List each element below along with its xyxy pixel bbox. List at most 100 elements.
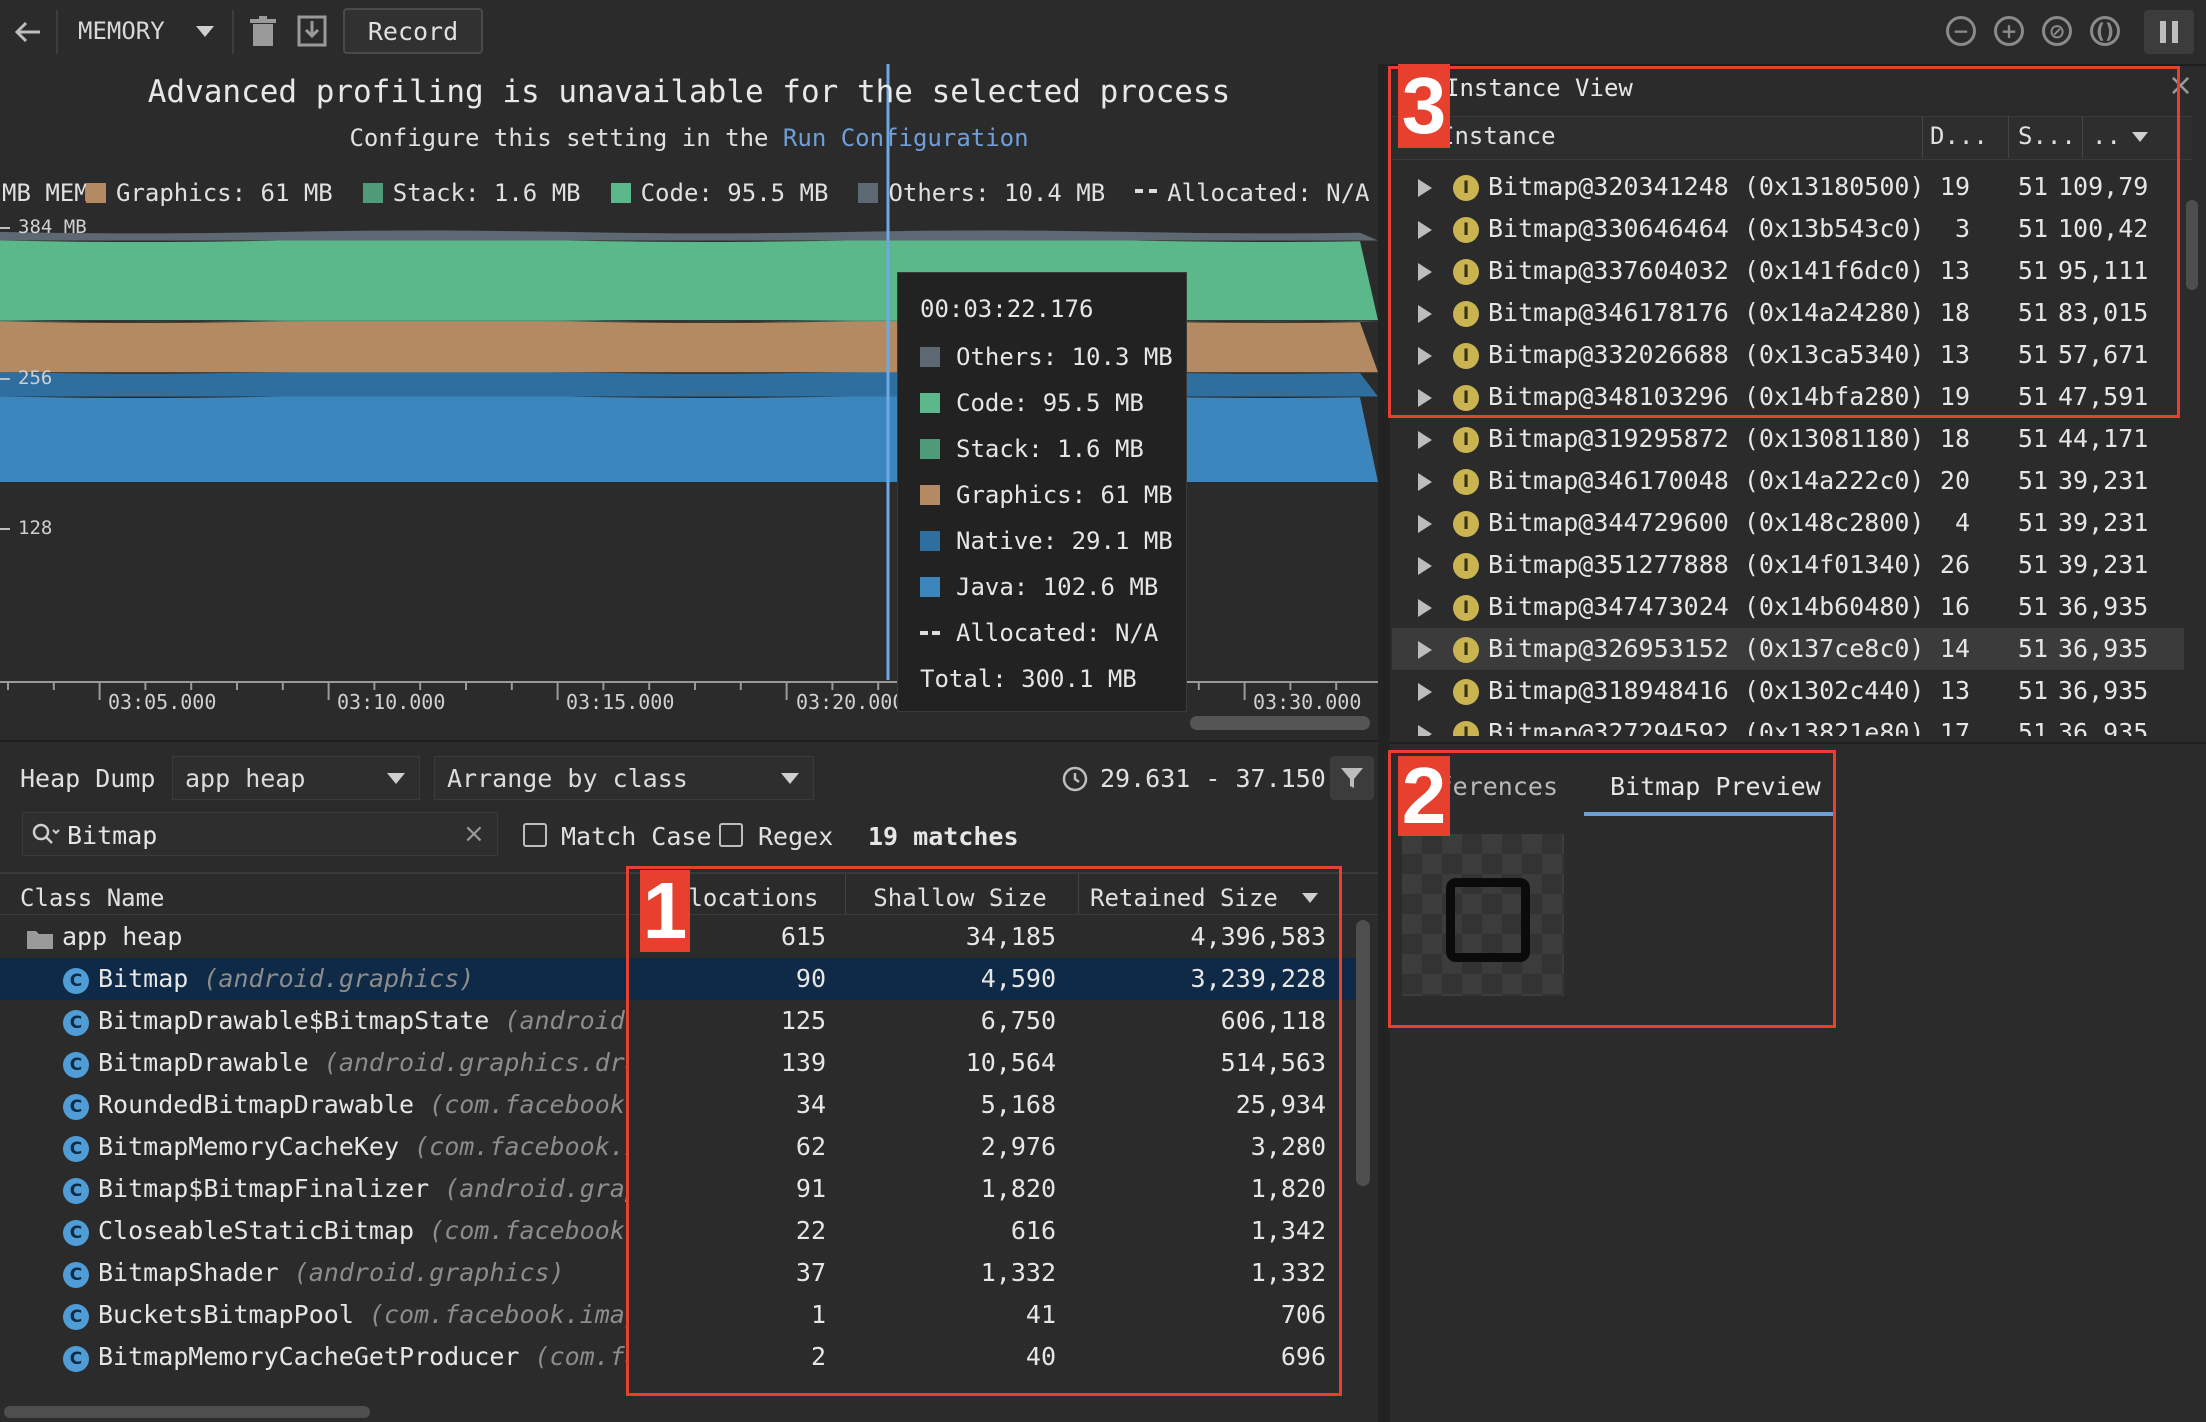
class-name: CloseableStaticBitmap — [98, 1216, 415, 1245]
match-case-checkbox[interactable] — [523, 823, 547, 847]
instance-retained: 36,935 — [2058, 676, 2149, 705]
instance-icon: I — [1453, 469, 1479, 495]
class-name: BitmapShader — [98, 1258, 279, 1287]
zoom-out-icon[interactable]: − — [1946, 16, 1976, 46]
toolbar-divider — [56, 10, 58, 54]
class-icon: C — [63, 1010, 89, 1036]
filter-icon[interactable] — [1330, 756, 1374, 800]
table-vertical-scrollbar[interactable] — [1356, 920, 1370, 1186]
instance-depth: 18 — [1939, 424, 1970, 453]
annotation-badge-1: 1 — [640, 866, 690, 955]
class-package: (android.graphi — [444, 1174, 628, 1203]
instance-retained: 39,231 — [2058, 508, 2149, 537]
arrange-select[interactable]: Arrange by class — [434, 756, 814, 800]
class-name: BitmapDrawable — [98, 1048, 309, 1077]
heap-time-range: 29.631 - 37.150 — [1100, 764, 1326, 793]
class-name: BitmapMemoryCacheKey — [98, 1132, 400, 1161]
search-input[interactable]: Bitmap — [67, 821, 157, 850]
column-header-class-name[interactable]: Class Name — [20, 880, 165, 916]
heap-dump-label: Heap Dump — [20, 764, 156, 793]
expand-arrow-icon[interactable] — [1418, 431, 1432, 449]
class-name: RoundedBitmapDrawable — [98, 1090, 415, 1119]
instance-shallow: 51 — [2017, 592, 2048, 621]
class-name-cell: RoundedBitmapDrawable (com.facebook.dr — [98, 1090, 628, 1119]
instance-row[interactable]: I Bitmap@346170048 (0x14a222c0) 20 51 39,231 — [1392, 460, 2184, 502]
expand-arrow-icon[interactable] — [1418, 557, 1432, 575]
reset-zoom-icon[interactable]: ⊘ — [2042, 16, 2072, 46]
instance-row[interactable]: I Bitmap@319295872 (0x13081180) 18 51 44,171 — [1392, 418, 2184, 460]
panel-divider — [1390, 742, 2206, 744]
chevron-down-icon[interactable] — [196, 26, 214, 37]
class-name: BitmapMemoryCacheGetProducer — [98, 1342, 520, 1371]
expand-arrow-icon[interactable] — [1418, 473, 1432, 491]
instance-icon: I — [1453, 721, 1479, 736]
instance-row[interactable]: I Bitmap@347473024 (0x14b60480) 16 51 36,935 — [1392, 586, 2184, 628]
instance-row[interactable]: I Bitmap@318948416 (0x1302c440) 13 51 36,935 — [1392, 670, 2184, 712]
instance-retained: 39,231 — [2058, 466, 2149, 495]
instance-icon: I — [1453, 595, 1479, 621]
instance-row[interactable]: I Bitmap@344729600 (0x148c2800) 4 51 39,231 — [1392, 502, 2184, 544]
instance-row[interactable]: I Bitmap@351277888 (0x14f01340) 26 51 39,231 — [1392, 544, 2184, 586]
instance-depth: 14 — [1939, 634, 1970, 663]
instance-name: Bitmap@319295872 (0x13081180) — [1488, 424, 1925, 453]
class-name: BitmapDrawable$BitmapState — [98, 1006, 490, 1035]
instance-row[interactable]: I Bitmap@327294592 (0x13821e80) 17 51 36,935 — [1392, 712, 2184, 736]
instance-depth: 13 — [1939, 676, 1970, 705]
heap-select[interactable]: app heap — [172, 756, 420, 800]
class-icon: C — [63, 1304, 89, 1330]
folder-icon — [26, 928, 54, 950]
table-horizontal-scrollbar[interactable] — [4, 1406, 370, 1418]
class-package: (com.facebook.dr — [429, 1090, 628, 1119]
profiling-unavailable-title: Advanced profiling is unavailable for th… — [147, 74, 1231, 110]
instance-shallow: 51 — [2017, 508, 2048, 537]
run-configuration-link[interactable]: Run Configuration — [783, 124, 1029, 152]
clock-icon — [1062, 766, 1088, 792]
class-package: (android.graphics) — [203, 964, 475, 993]
profiler-name[interactable]: MEMORY — [78, 17, 165, 45]
class-icon: C — [63, 1094, 89, 1120]
back-arrow-icon[interactable] — [10, 14, 46, 50]
class-icon: C — [63, 1220, 89, 1246]
expand-arrow-icon[interactable] — [1418, 599, 1432, 617]
instance-depth: 16 — [1939, 592, 1970, 621]
pause-icon[interactable] — [2144, 10, 2194, 54]
regex-label: Regex — [758, 822, 834, 851]
expand-arrow-icon[interactable] — [1418, 641, 1432, 659]
root-name: app heap — [62, 922, 183, 951]
instance-row[interactable]: I Bitmap@326953152 (0x137ce8c0) 14 51 36,935 — [1392, 628, 2184, 670]
class-package: (com.face — [534, 1342, 629, 1371]
expand-arrow-icon[interactable] — [1418, 725, 1432, 736]
trash-icon[interactable] — [248, 16, 278, 48]
instance-icon: I — [1453, 511, 1479, 537]
profiler-toolbar: MEMORY Record − + ⊘ () — [0, 0, 2206, 66]
panel-divider — [0, 740, 1378, 742]
instance-retained: 36,935 — [2058, 592, 2149, 621]
search-field[interactable]: Bitmap × — [22, 812, 498, 856]
class-package: (com.facebook.ima — [414, 1132, 628, 1161]
zoom-in-icon[interactable]: + — [1994, 16, 2024, 46]
class-name: Bitmap$BitmapFinalizer — [98, 1174, 430, 1203]
instance-name: Bitmap@351277888 (0x14f01340) — [1488, 550, 1925, 579]
zoom-to-selection-icon[interactable]: () — [2090, 16, 2120, 46]
instance-name: Bitmap@346170048 (0x14a222c0) — [1488, 466, 1925, 495]
instance-shallow: 51 — [2017, 424, 2048, 453]
chevron-down-icon — [781, 773, 799, 784]
instance-name: Bitmap@327294592 (0x13821e80) — [1488, 718, 1925, 736]
regex-checkbox[interactable] — [719, 823, 743, 847]
expand-arrow-icon[interactable] — [1418, 683, 1432, 701]
class-package: (android.graphics.drawa — [323, 1048, 628, 1077]
instance-retained: 36,935 — [2058, 718, 2149, 736]
expand-arrow-icon[interactable] — [1418, 515, 1432, 533]
match-count: 19 matches — [868, 822, 1019, 851]
annotation-box-2 — [1388, 750, 1836, 1028]
record-button[interactable]: Record — [343, 8, 483, 54]
instance-vertical-scrollbar[interactable] — [2186, 200, 2198, 290]
instance-icon: I — [1453, 637, 1479, 663]
heap-dump-icon[interactable] — [296, 14, 328, 48]
subtitle-text: Configure this setting in the — [349, 124, 769, 152]
class-icon: C — [63, 1136, 89, 1162]
clear-search-icon[interactable]: × — [463, 819, 485, 849]
annotation-badge-3: 3 — [1398, 61, 1450, 150]
chevron-down-icon — [387, 773, 405, 784]
class-name: Bitmap — [98, 964, 189, 993]
